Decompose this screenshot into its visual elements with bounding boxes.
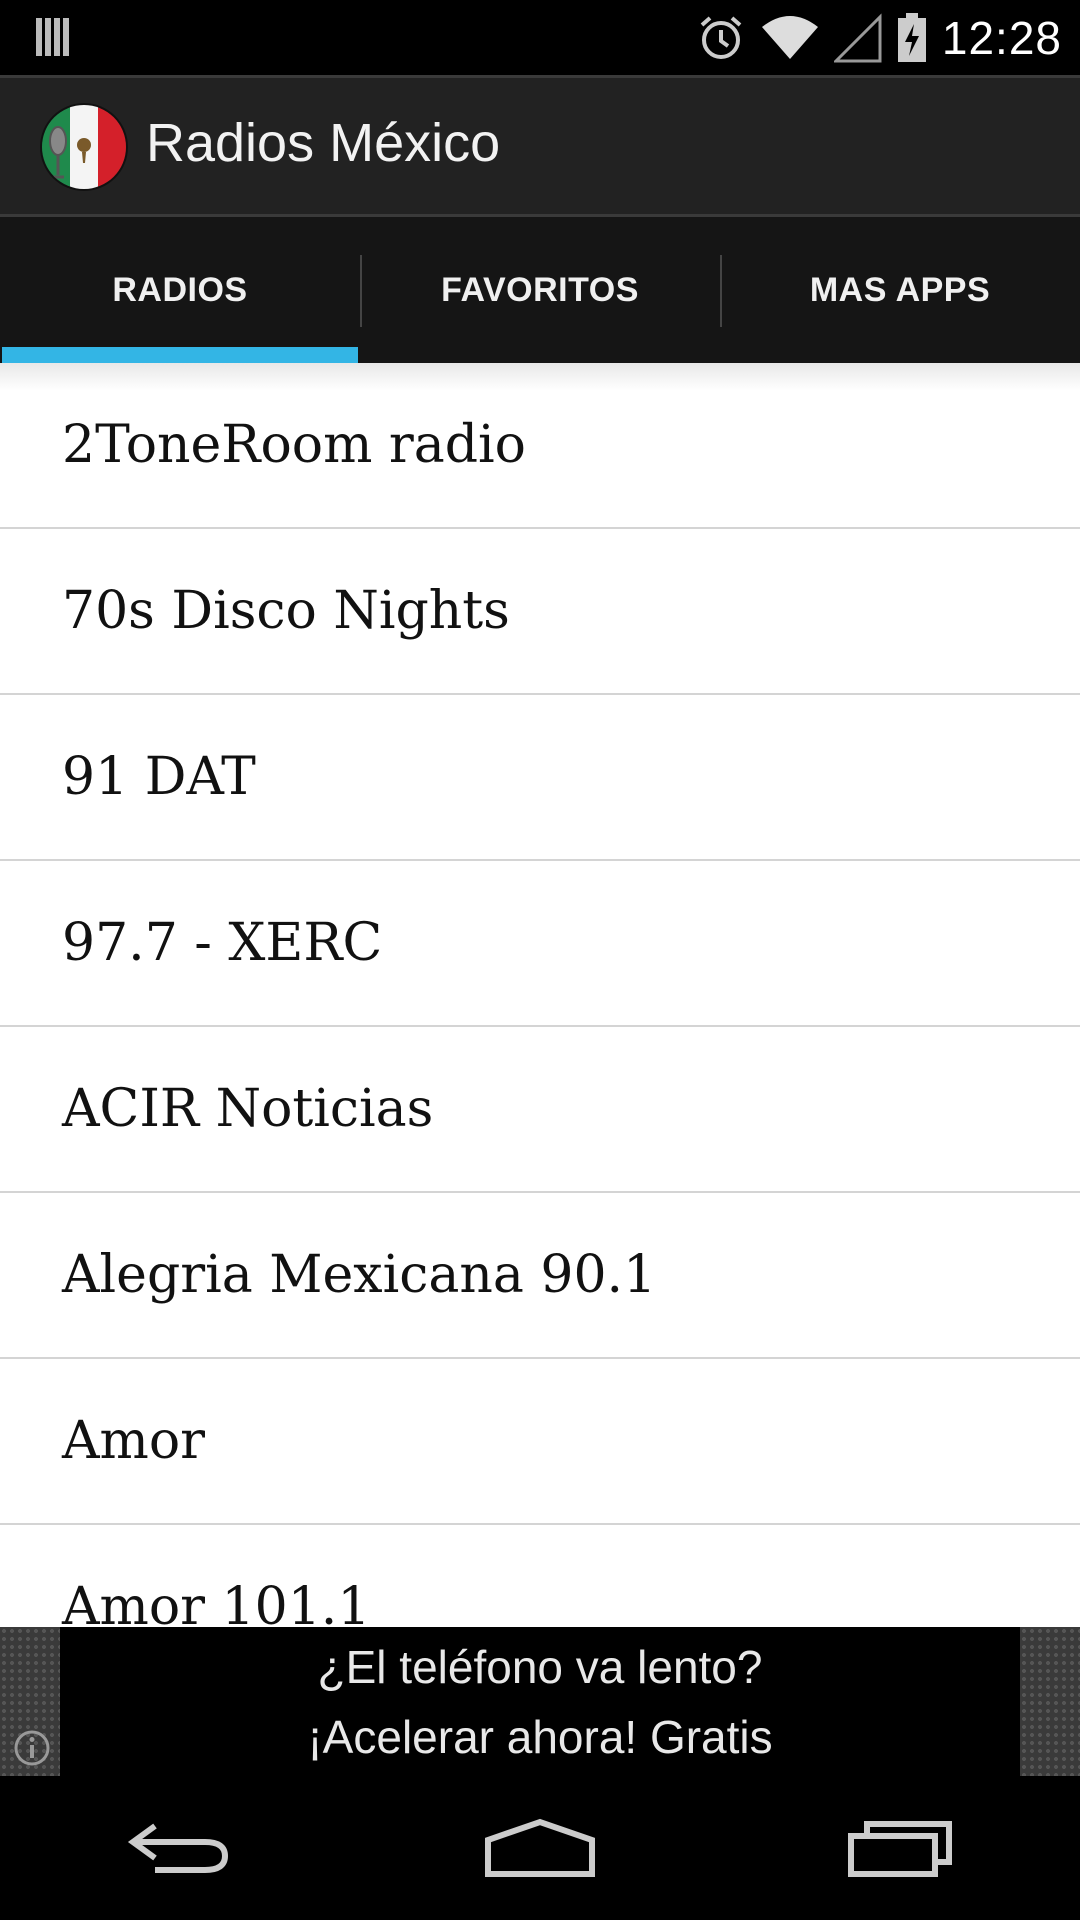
action-bar: Radios México xyxy=(0,75,1080,217)
station-name: 70s Disco Nights xyxy=(62,581,510,641)
tab-label: FAVORITOS xyxy=(441,270,639,309)
mexico-flag-microphone-icon[interactable] xyxy=(42,105,126,189)
station-name: ACIR Noticias xyxy=(62,1079,434,1139)
recent-apps-button[interactable] xyxy=(810,1798,990,1898)
list-item[interactable]: 2ToneRoom radio xyxy=(0,363,1080,529)
ad-line-1: ¿El teléfono va lento? xyxy=(317,1640,763,1693)
tab-favoritos[interactable]: FAVORITOS xyxy=(360,217,720,363)
notification-bars-icon xyxy=(36,18,69,56)
status-bar: 12:28 xyxy=(0,0,1080,75)
wifi-icon xyxy=(761,15,818,59)
recent-apps-icon xyxy=(848,1821,952,1877)
tab-mas-apps[interactable]: MAS APPS xyxy=(720,217,1080,363)
info-icon[interactable] xyxy=(12,1728,52,1768)
tab-label: MAS APPS xyxy=(809,270,991,309)
list-item[interactable]: 91 DAT xyxy=(0,695,1080,861)
tab-selected-indicator xyxy=(2,347,358,363)
battery-charging-icon xyxy=(897,12,926,62)
home-button[interactable] xyxy=(450,1798,630,1898)
list-item[interactable]: Amor xyxy=(0,1359,1080,1525)
list-item[interactable]: 97.7 - XERC xyxy=(0,861,1080,1027)
station-name: 2ToneRoom radio xyxy=(62,415,526,475)
station-name: 91 DAT xyxy=(62,747,256,807)
ad-text[interactable]: ¿El teléfono va lento? ¡Acelerar ahora! … xyxy=(60,1627,1020,1776)
station-name: Amor xyxy=(62,1411,206,1471)
list-item[interactable]: 70s Disco Nights xyxy=(0,529,1080,695)
status-icons: 12:28 xyxy=(696,0,1062,75)
back-icon xyxy=(127,1823,229,1873)
ad-banner[interactable]: ¿El teléfono va lento? ¡Acelerar ahora! … xyxy=(0,1627,1080,1776)
app-title: Radios México xyxy=(146,113,501,173)
ad-line-2: ¡Acelerar ahora! Gratis xyxy=(307,1710,773,1763)
signal-icon xyxy=(833,12,882,62)
tab-bar: RADIOS FAVORITOS MAS APPS xyxy=(0,217,1080,363)
home-icon xyxy=(485,1818,595,1877)
station-name: 97.7 - XERC xyxy=(62,913,383,973)
station-name: Amor 101.1 xyxy=(62,1577,371,1627)
back-button[interactable] xyxy=(90,1798,270,1898)
station-list[interactable]: 2ToneRoom radio 70s Disco Nights 91 DAT … xyxy=(0,363,1080,1627)
list-item[interactable]: Alegria Mexicana 90.1 xyxy=(0,1193,1080,1359)
ad-pattern-right xyxy=(1020,1627,1080,1776)
list-item[interactable]: Amor 101.1 xyxy=(0,1525,1080,1627)
navigation-bar xyxy=(0,1776,1080,1920)
list-item[interactable]: ACIR Noticias xyxy=(0,1027,1080,1193)
tab-label: RADIOS xyxy=(112,270,248,309)
tab-radios[interactable]: RADIOS xyxy=(0,217,360,363)
station-name: Alegria Mexicana 90.1 xyxy=(62,1245,657,1305)
alarm-icon xyxy=(700,15,742,59)
clock: 12:28 xyxy=(941,11,1062,64)
